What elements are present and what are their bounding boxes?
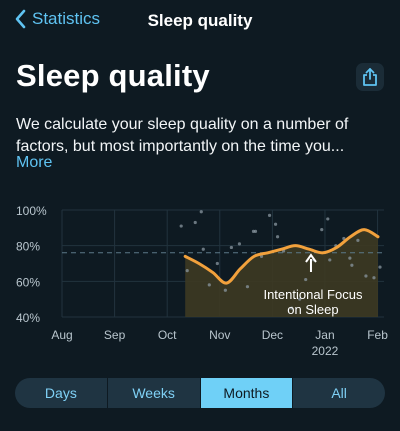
scatter-point bbox=[223, 288, 227, 292]
x-tick-label: Feb bbox=[367, 328, 388, 342]
x-year-label: 2022 bbox=[312, 344, 339, 358]
y-tick-label: 40% bbox=[16, 311, 40, 325]
page-title: Sleep quality bbox=[16, 58, 210, 93]
scatter-point bbox=[201, 247, 205, 251]
time-range-segmented-control: Days Weeks Months All bbox=[15, 378, 385, 408]
segment-all[interactable]: All bbox=[293, 378, 385, 408]
scatter-point bbox=[251, 229, 256, 233]
segment-weeks[interactable]: Weeks bbox=[108, 378, 201, 408]
scatter-point bbox=[229, 245, 233, 250]
x-tick-label: Aug bbox=[51, 328, 72, 342]
x-tick-label: Oct bbox=[158, 328, 177, 342]
scatter-point bbox=[320, 228, 324, 232]
scatter-point bbox=[237, 242, 242, 246]
scatter-point bbox=[356, 238, 360, 242]
more-link[interactable]: More bbox=[16, 154, 52, 172]
nav-bar: Statistics Sleep quality bbox=[0, 0, 400, 44]
share-icon bbox=[363, 68, 377, 86]
scatter-point bbox=[179, 224, 183, 228]
x-tick-label: Jan bbox=[315, 328, 334, 342]
scatter-point bbox=[348, 256, 352, 260]
scatter-point bbox=[378, 265, 382, 269]
scatter-point bbox=[275, 235, 280, 239]
segment-months[interactable]: Months bbox=[200, 378, 294, 408]
scatter-point bbox=[372, 276, 376, 280]
x-tick-label: Dec bbox=[262, 328, 283, 342]
scatter-point bbox=[207, 283, 211, 287]
x-tick-label: Sep bbox=[104, 328, 126, 342]
segment-days[interactable]: Days bbox=[15, 378, 108, 408]
x-tick-label: Nov bbox=[209, 328, 230, 342]
scatter-point bbox=[245, 285, 250, 289]
scatter-point bbox=[273, 222, 278, 226]
sleep-quality-chart: 100% 80% 60% 40% Aug Sep Oct Nov Dec Jan Feb 2022 In… bbox=[16, 204, 388, 358]
scatter-point bbox=[185, 269, 189, 273]
share-button[interactable] bbox=[356, 63, 384, 91]
scatter-point bbox=[350, 263, 354, 267]
scatter-point bbox=[326, 217, 330, 221]
scatter-point bbox=[364, 274, 368, 278]
annotation-label-line2: on Sleep bbox=[287, 302, 338, 317]
scatter-point bbox=[215, 261, 219, 266]
annotation-label-line1: Intentional Focus bbox=[263, 287, 363, 302]
nav-title: Sleep quality bbox=[147, 11, 253, 30]
y-tick-label: 100% bbox=[16, 204, 47, 218]
scatter-point bbox=[304, 277, 308, 282]
y-tick-label: 60% bbox=[16, 275, 40, 289]
scatter-point bbox=[328, 258, 332, 262]
scatter-point bbox=[199, 210, 203, 214]
description-text: We calculate your sleep quality on a num… bbox=[16, 116, 349, 155]
scatter-point bbox=[193, 220, 197, 225]
y-tick-label: 80% bbox=[16, 240, 40, 254]
scatter-point bbox=[267, 213, 272, 217]
